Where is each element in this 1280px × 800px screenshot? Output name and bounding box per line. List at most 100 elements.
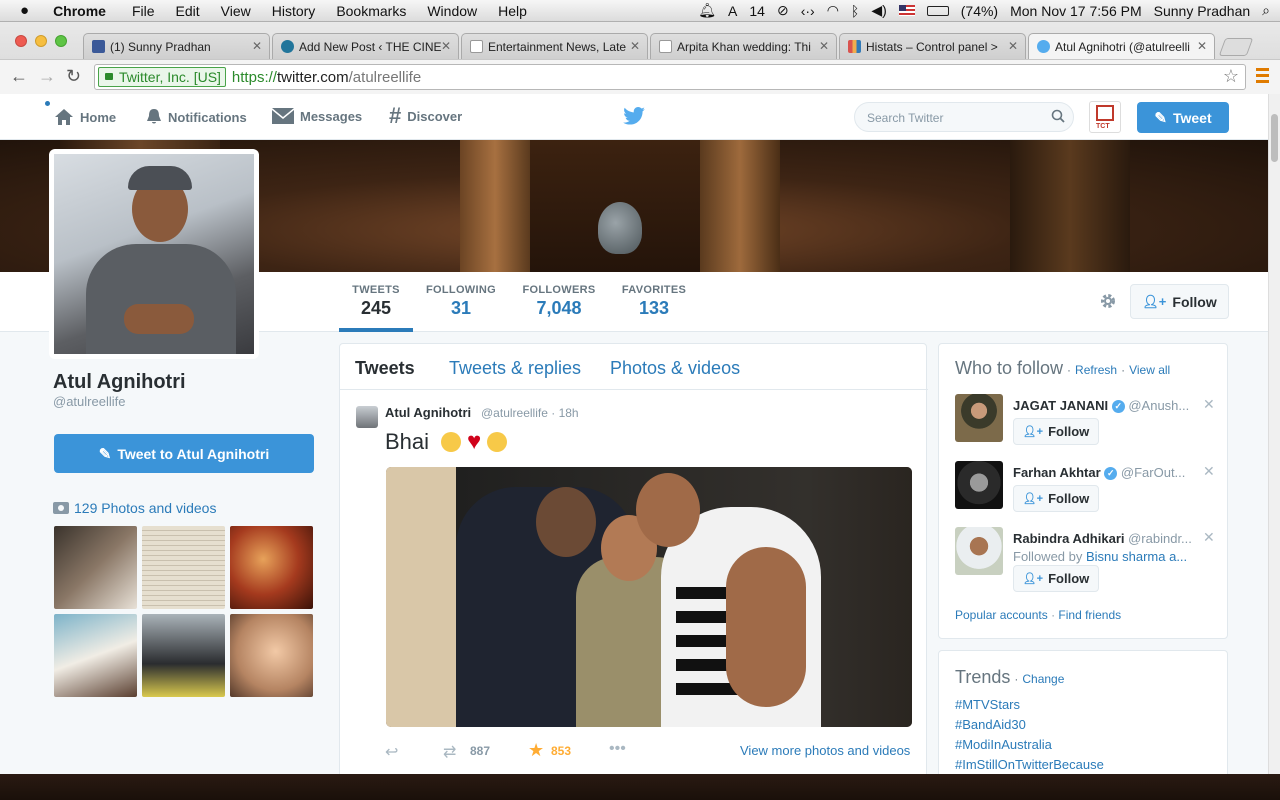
suggestion-follow-button[interactable]: 👤︎+ Follow	[1013, 485, 1099, 512]
profile-avatar[interactable]	[49, 149, 259, 359]
notification-bell-icon[interactable]: 🔔︎	[698, 2, 716, 19]
status-a-icon[interactable]: A	[728, 3, 737, 19]
close-tab-icon[interactable]: ✕	[630, 39, 640, 53]
search-icon[interactable]	[1051, 109, 1065, 123]
follow-button[interactable]: 👤︎+ Follow	[1130, 284, 1229, 319]
browser-tab[interactable]: (1) Sunny Pradhan ✕	[83, 33, 270, 59]
menu-app-chrome[interactable]: Chrome	[53, 3, 106, 19]
tweet-to-button[interactable]: ✎ Tweet to Atul Agnihotri	[54, 434, 314, 473]
suggestion-follow-button[interactable]: 👤︎+ Follow	[1013, 565, 1099, 592]
browser-tab[interactable]: Entertainment News, Late ✕	[461, 33, 648, 59]
trend-item[interactable]: #ModiInAustralia	[955, 737, 1052, 752]
bluetooth-icon[interactable]: ᛒ	[851, 3, 859, 19]
dismiss-suggestion-icon[interactable]: ✕	[1203, 463, 1215, 480]
reply-icon[interactable]: ↩	[385, 742, 398, 762]
stat-tweets[interactable]: TWEETS 245	[349, 284, 403, 319]
dismiss-suggestion-icon[interactable]: ✕	[1203, 529, 1215, 546]
followed-by-link[interactable]: Bisnu sharma a...	[1086, 549, 1187, 564]
nav-discover[interactable]: # Discover	[389, 105, 462, 127]
more-options-icon[interactable]: •••	[609, 740, 626, 758]
tweet-author-handle[interactable]: @atulreellife	[481, 406, 548, 420]
tweet-author-avatar[interactable]	[356, 406, 378, 428]
tweet-timestamp[interactable]: 18h	[559, 406, 579, 420]
suggestion-name-line[interactable]: JAGAT JANANI ✓ @Anush...	[1013, 398, 1189, 414]
ev-certificate-badge[interactable]: Twitter, Inc. [US]	[98, 67, 226, 87]
trend-item[interactable]: #ImStillOnTwitterBecause	[955, 757, 1104, 772]
spotlight-search-icon[interactable]: ⌕	[1262, 2, 1270, 19]
code-icon[interactable]: ‹·›	[801, 3, 815, 19]
photo-thumbnail[interactable]	[142, 614, 225, 697]
suggestion-avatar[interactable]	[955, 461, 1003, 509]
profile-name[interactable]: Atul Agnihotri	[53, 371, 186, 394]
close-tab-icon[interactable]: ✕	[819, 39, 829, 53]
popular-accounts-link[interactable]: Popular accounts	[955, 608, 1048, 622]
suggestion-name-line[interactable]: Rabindra Adhikari @rabindr...	[1013, 531, 1192, 546]
battery-icon[interactable]	[926, 5, 949, 16]
new-tab-button[interactable]	[1218, 38, 1254, 56]
menu-history[interactable]: History	[272, 3, 316, 19]
photo-thumbnail[interactable]	[230, 614, 313, 697]
find-friends-link[interactable]: Find friends	[1058, 608, 1121, 622]
suggestion-avatar[interactable]	[955, 527, 1003, 575]
nav-notifications[interactable]: Notifications	[146, 108, 247, 126]
address-bar[interactable]: Twitter, Inc. [US] https://twitter.com/a…	[94, 64, 1246, 90]
minimize-window-button[interactable]	[35, 35, 47, 47]
page-scrollbar[interactable]	[1268, 94, 1280, 774]
close-window-button[interactable]	[15, 35, 27, 47]
photos-videos-link[interactable]: 129 Photos and videos	[53, 500, 216, 516]
gear-icon[interactable]	[1099, 292, 1117, 310]
browser-tab-active[interactable]: Atul Agnihotri (@atulreelli ✕	[1028, 33, 1215, 59]
retweet-icon[interactable]: ⇄	[443, 742, 456, 762]
favorite-star-icon[interactable]: ★	[528, 740, 544, 761]
suggestion-name-line[interactable]: Farhan Akhtar ✓ @FarOut...	[1013, 465, 1185, 481]
view-all-link[interactable]: View all	[1129, 363, 1170, 377]
stat-following[interactable]: FOLLOWING 31	[424, 284, 498, 319]
tab-photos-videos[interactable]: Photos & videos	[610, 358, 740, 379]
tweet-photo[interactable]	[386, 467, 912, 727]
browser-tab[interactable]: Arpita Khan wedding: Thi ✕	[650, 33, 837, 59]
reload-icon[interactable]: ↻	[66, 66, 81, 87]
suggestion-follow-button[interactable]: 👤︎+ Follow	[1013, 418, 1099, 445]
nav-messages[interactable]: Messages	[272, 108, 362, 124]
trend-item[interactable]: #BandAid30	[955, 717, 1026, 732]
stat-favorites[interactable]: FAVORITES 133	[620, 284, 688, 319]
photo-thumbnail[interactable]	[230, 526, 313, 609]
tab-tweets-replies[interactable]: Tweets & replies	[449, 358, 581, 379]
menubar-clock[interactable]: Mon Nov 17 7:56 PM	[1010, 3, 1142, 19]
close-tab-icon[interactable]: ✕	[441, 39, 451, 53]
trend-item[interactable]: #MTVStars	[955, 697, 1020, 712]
dismiss-suggestion-icon[interactable]: ✕	[1203, 396, 1215, 413]
nav-home[interactable]: Home	[54, 108, 116, 126]
menu-file[interactable]: File	[132, 3, 155, 19]
search-input[interactable]: Search Twitter	[854, 102, 1074, 132]
menu-view[interactable]: View	[221, 3, 251, 19]
back-arrow-icon[interactable]: ←	[10, 66, 28, 87]
photo-thumbnail[interactable]	[54, 614, 137, 697]
menu-bookmarks[interactable]: Bookmarks	[336, 3, 406, 19]
photo-thumbnail[interactable]	[54, 526, 137, 609]
close-tab-icon[interactable]: ✕	[1197, 39, 1207, 53]
menu-edit[interactable]: Edit	[176, 3, 200, 19]
bookmark-star-icon[interactable]: ☆	[1223, 66, 1239, 87]
view-more-photos-link[interactable]: View more photos and videos	[740, 743, 910, 758]
menubar-user[interactable]: Sunny Pradhan	[1154, 3, 1251, 19]
stat-followers[interactable]: FOLLOWERS 7,048	[520, 284, 598, 319]
forward-arrow-icon[interactable]: →	[38, 66, 56, 87]
sync-icon[interactable]: ⊘	[777, 2, 789, 19]
tweet-author-name[interactable]: Atul Agnihotri	[385, 405, 471, 420]
refresh-link[interactable]: Refresh	[1075, 363, 1117, 377]
browser-tab[interactable]: Add New Post ‹ THE CINE ✕	[272, 33, 459, 59]
compose-tweet-button[interactable]: ✎ Tweet	[1137, 102, 1229, 133]
close-tab-icon[interactable]: ✕	[252, 39, 262, 53]
chrome-menu-icon[interactable]	[1256, 68, 1269, 84]
menu-window[interactable]: Window	[427, 3, 477, 19]
photo-thumbnail[interactable]	[142, 526, 225, 609]
wifi-icon[interactable]: ◠	[827, 2, 839, 19]
menu-help[interactable]: Help	[498, 3, 527, 19]
twitter-bird-logo-icon[interactable]	[623, 107, 645, 125]
flag-icon[interactable]	[898, 5, 915, 16]
user-avatar[interactable]: TCT	[1089, 101, 1121, 133]
scrollbar-thumb[interactable]	[1271, 114, 1278, 162]
profile-handle[interactable]: @atulreellife	[53, 394, 125, 409]
change-trends-link[interactable]: Change	[1022, 672, 1064, 686]
